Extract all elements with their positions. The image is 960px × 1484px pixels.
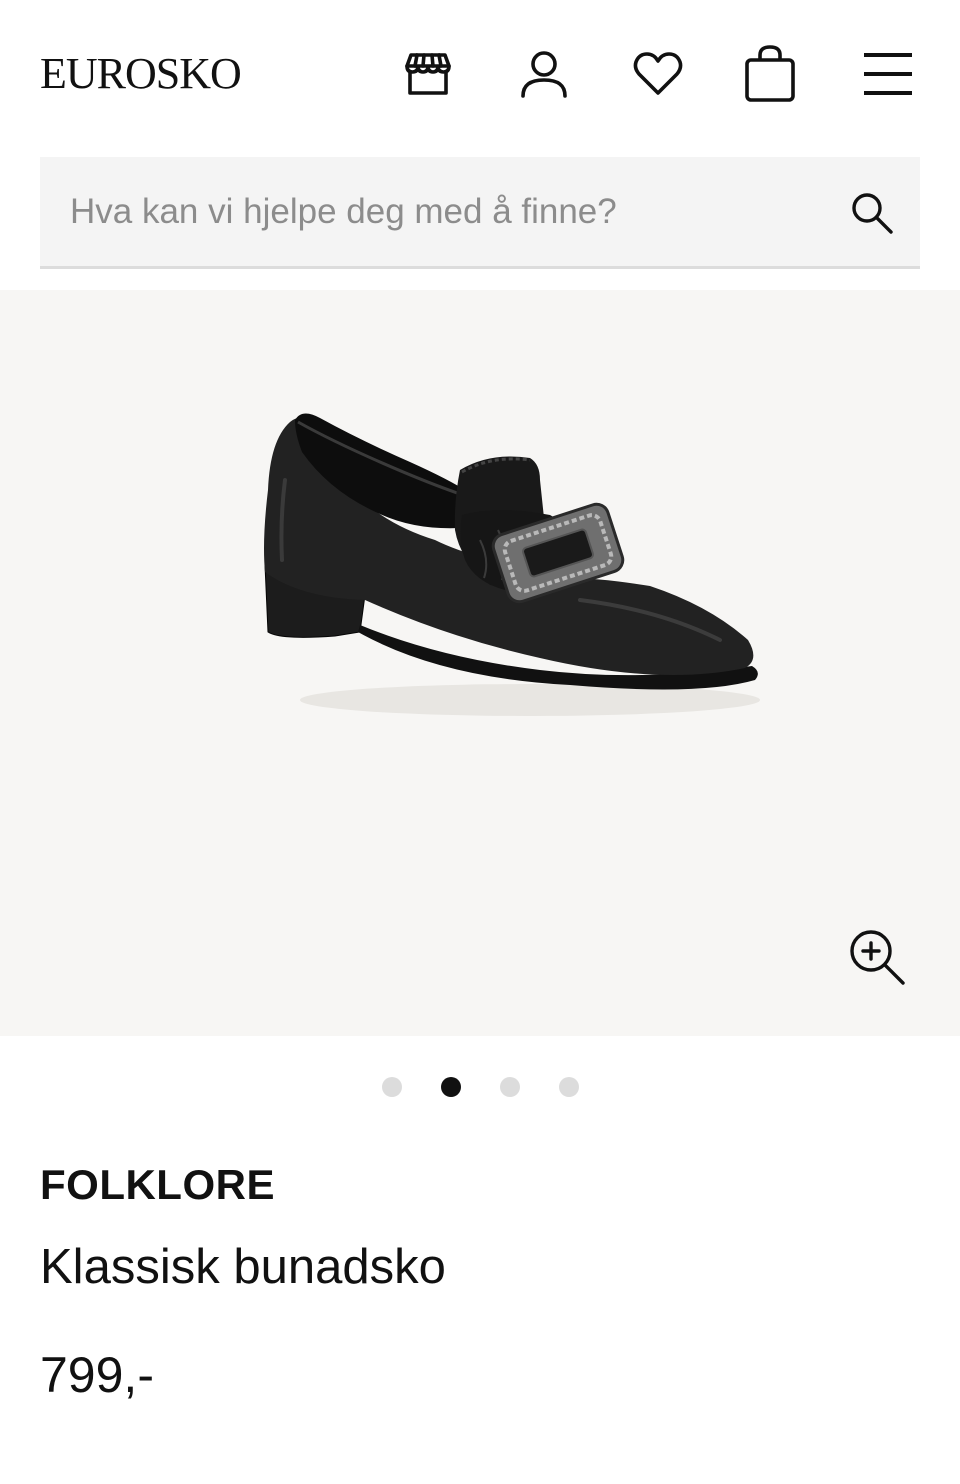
search-input[interactable] [40, 157, 820, 266]
site-header: EUROSKO [0, 0, 960, 150]
product-gallery[interactable] [0, 290, 960, 1036]
search-icon [852, 193, 893, 234]
carousel-dot-4[interactable] [558, 1077, 579, 1097]
eurosko-logo[interactable]: EUROSKO [40, 48, 242, 100]
bag-icon[interactable] [738, 42, 802, 106]
product-brand[interactable]: FOLKLORE [40, 1160, 275, 1210]
menu-icon[interactable] [856, 42, 920, 106]
product-name: Klassisk bunadsko [40, 1240, 446, 1294]
zoom-in-icon [850, 930, 905, 985]
carousel-dots [0, 1072, 960, 1102]
carousel-dot-2[interactable] [440, 1077, 461, 1097]
heart-icon[interactable] [626, 42, 690, 106]
store-icon[interactable] [396, 42, 460, 106]
carousel-dot-3[interactable] [499, 1077, 520, 1097]
zoom-button[interactable] [840, 920, 916, 996]
user-icon[interactable] [512, 42, 576, 106]
carousel-dot-1[interactable] [381, 1077, 402, 1097]
search-button[interactable] [844, 185, 900, 241]
product-image[interactable] [240, 400, 780, 740]
product-price: 799,- [40, 1347, 154, 1403]
search-bar [40, 157, 920, 269]
